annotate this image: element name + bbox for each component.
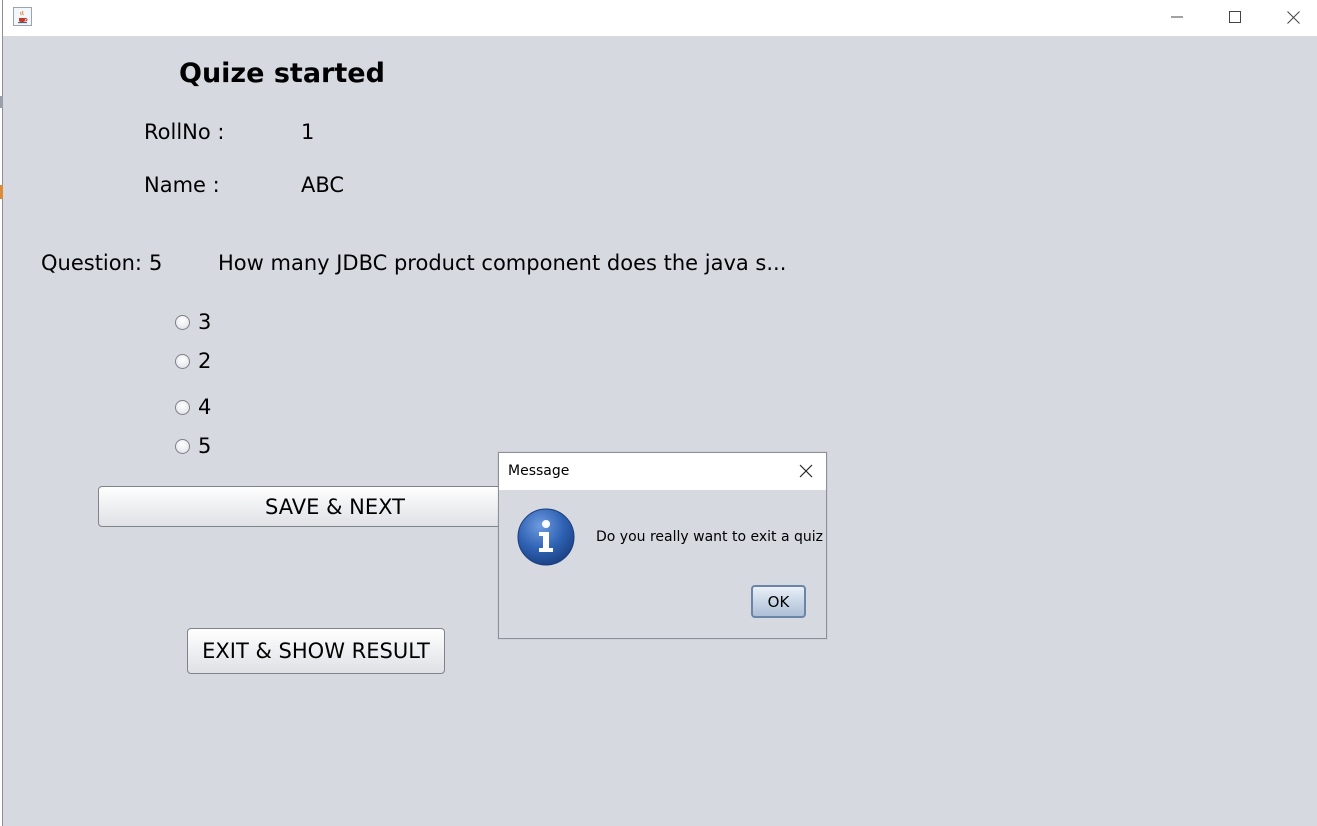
name-value: ABC: [301, 173, 345, 197]
info-icon: [517, 508, 575, 570]
background-window-edge: [0, 185, 3, 199]
question-number: 5: [149, 251, 163, 275]
option-radio-1[interactable]: 3: [175, 310, 211, 334]
dialog-titlebar: Message: [499, 453, 826, 490]
radio-circle-icon[interactable]: [175, 353, 190, 369]
option-radio-2[interactable]: 2: [175, 349, 211, 373]
close-icon: [799, 464, 813, 478]
radio-circle-icon[interactable]: [175, 438, 190, 454]
java-cup-icon[interactable]: [13, 7, 32, 26]
exit-show-result-button[interactable]: EXIT & SHOW RESULT: [187, 628, 445, 674]
question-label: Question:: [41, 251, 143, 275]
rollno-label: RollNo :: [144, 120, 225, 144]
dialog-title: Message: [508, 463, 570, 479]
minimize-icon: [1171, 16, 1183, 18]
page-title: Quize started: [179, 58, 385, 89]
close-window-button[interactable]: [1264, 0, 1317, 34]
window-titlebar: [3, 0, 1317, 36]
option-radio-4[interactable]: 5: [175, 434, 211, 458]
dialog-message: Do you really want to exit a quiz: [596, 529, 823, 545]
ok-button[interactable]: OK: [751, 585, 806, 618]
name-label: Name :: [144, 173, 220, 197]
radio-circle-icon[interactable]: [175, 399, 190, 415]
message-dialog: Message Do you really want to exit a qui…: [498, 452, 827, 639]
option-label: 4: [198, 395, 212, 419]
minimize-button[interactable]: [1148, 0, 1206, 34]
background-window-edge: [0, 96, 3, 108]
maximize-icon: [1229, 11, 1241, 23]
question-text: How many JDBC product component does the…: [218, 251, 787, 275]
option-radio-3[interactable]: 4: [175, 395, 211, 419]
close-icon: [1286, 10, 1300, 24]
option-label: 2: [198, 349, 212, 373]
maximize-button[interactable]: [1206, 0, 1264, 34]
quiz-window: Quize started RollNo : 1 Name : ABC Ques…: [2, 0, 1317, 826]
dialog-close-button[interactable]: [794, 460, 818, 482]
quiz-content: Quize started RollNo : 1 Name : ABC Ques…: [3, 36, 1317, 826]
option-label: 5: [198, 434, 212, 458]
radio-circle-icon[interactable]: [175, 314, 190, 330]
option-label: 3: [198, 310, 212, 334]
rollno-value: 1: [301, 120, 315, 144]
